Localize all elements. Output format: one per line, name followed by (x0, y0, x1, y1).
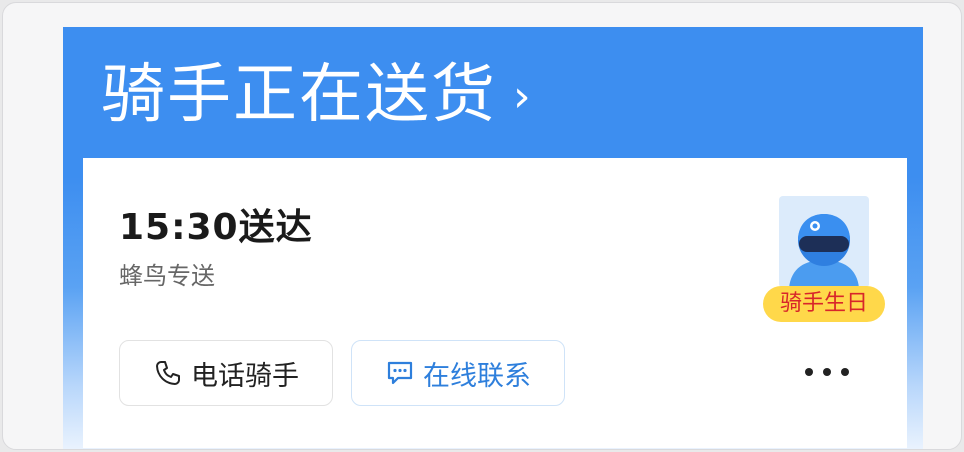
delivery-card: 15:30送达 蜂鸟专送 骑手生日 电话骑手 在线联系 (83, 158, 907, 448)
status-title: 骑手正在送货 (101, 58, 497, 132)
rider-avatar[interactable] (779, 196, 869, 288)
chevron-right-icon: › (513, 71, 531, 122)
carrier-name: 蜂鸟专送 (119, 262, 215, 290)
online-contact-label: 在线联系 (423, 360, 531, 392)
more-dot (823, 368, 831, 376)
call-rider-button[interactable]: 电话骑手 (119, 340, 333, 406)
rider-helmet-icon (789, 214, 859, 288)
chat-bubble-icon (387, 361, 413, 385)
online-contact-button[interactable]: 在线联系 (351, 340, 565, 406)
eta-time: 15:30送达 (119, 207, 313, 248)
call-rider-label: 电话骑手 (191, 360, 299, 392)
screenshot-frame: 骑手正在送货 › 15:30送达 蜂鸟专送 骑手生日 电话骑手 在线联系 (2, 2, 962, 450)
phone-icon (156, 361, 180, 385)
status-header[interactable]: 骑手正在送货 › (101, 51, 531, 139)
rider-birthday-badge: 骑手生日 (763, 286, 885, 322)
more-dot (805, 368, 813, 376)
more-dot (841, 368, 849, 376)
more-icon[interactable] (805, 354, 849, 390)
